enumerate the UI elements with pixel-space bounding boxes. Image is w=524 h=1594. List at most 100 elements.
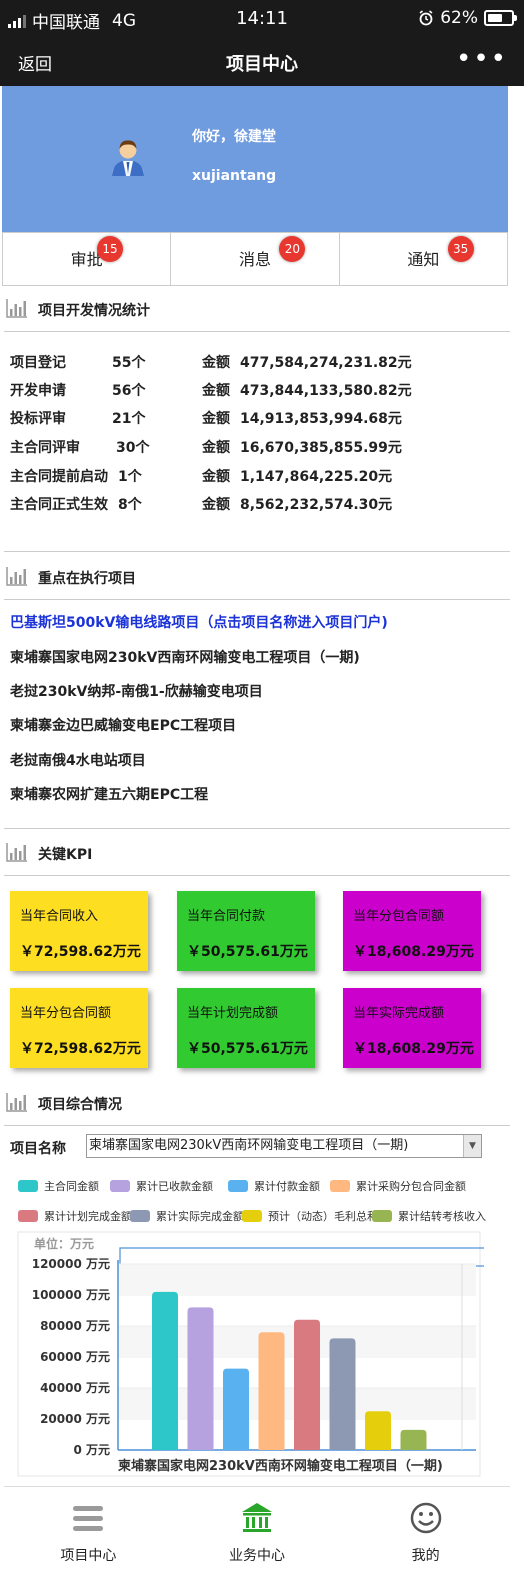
- chevron-down-icon: ▼: [463, 1135, 481, 1157]
- legend-label: 累计付款金额: [254, 1180, 320, 1193]
- stat-row: 主合同提前启动 1个 金额 1,147,864,225.20元: [10, 466, 510, 488]
- legend-item[interactable]: 累计已收款金额: [110, 1178, 213, 1194]
- project-link[interactable]: 柬埔寨国家电网230kV西南环网输变电工程项目（一期): [10, 647, 360, 667]
- chart-bar: [152, 1291, 178, 1450]
- stat-count: 8个: [118, 497, 142, 513]
- chart-title-box: [119, 1247, 484, 1267]
- stat-name: 开发申请: [10, 383, 66, 399]
- messages-count-badge: 20: [279, 236, 306, 262]
- tab-messages-label: 消息: [238, 250, 271, 269]
- tab-approval[interactable]: 审批 15: [3, 233, 172, 285]
- legend-swatch: [330, 1180, 350, 1192]
- chart-bar: [258, 1332, 285, 1450]
- kpi-value: ￥18,608.29万元: [353, 944, 474, 960]
- y-tick-label: 20000 万元: [40, 1412, 110, 1426]
- legend-item[interactable]: 主合同金额: [18, 1178, 99, 1194]
- section-title: 重点在执行项目: [38, 571, 136, 587]
- legend-label: 累计实际完成金额: [156, 1210, 244, 1223]
- stat-amount-label: 金额: [202, 497, 230, 513]
- kpi-card: 当年分包合同额 ￥18,608.29万元: [343, 891, 481, 971]
- bar-chart-icon: [6, 299, 27, 318]
- status-right: 62%: [418, 8, 517, 28]
- section-kpi: 关键KPI: [4, 832, 510, 876]
- kpi-label: 当年分包合同额: [353, 909, 445, 924]
- project-link[interactable]: 柬埔寨农网扩建五六期EPC工程: [10, 784, 208, 804]
- legend-item[interactable]: 预计（动态）毛利总和: [242, 1208, 378, 1224]
- bar-chart-icon: [6, 843, 27, 862]
- legend-swatch: [372, 1210, 392, 1222]
- kpi-card: 当年合同收入 ￥72,598.62万元: [10, 891, 148, 971]
- stat-count: 56个: [112, 383, 146, 399]
- section-overview: 项目综合情况: [4, 1082, 510, 1126]
- grid-band: [118, 1264, 476, 1295]
- legend-swatch: [18, 1180, 38, 1192]
- chart-unit-label: 单位：万元: [34, 1236, 94, 1251]
- kpi-label: 当年分包合同额: [20, 1006, 112, 1021]
- avatar: [112, 140, 144, 176]
- legend-label: 累计采购分包合同金额: [356, 1180, 466, 1193]
- stat-name: 项目登记: [10, 355, 66, 371]
- smiley-icon: [410, 1502, 441, 1534]
- legend-swatch: [130, 1210, 150, 1222]
- project-link[interactable]: 老挝南俄4水电站项目: [10, 750, 146, 770]
- section-key-projects: 重点在执行项目: [4, 556, 510, 600]
- kpi-card: 当年计划完成额 ￥50,575.61万元: [177, 988, 315, 1068]
- kpi-value: ￥50,575.61万元: [187, 1041, 308, 1057]
- legend-label: 累计计划完成金额: [44, 1210, 132, 1223]
- bottom-nav-business-center[interactable]: 业务中心: [173, 1487, 342, 1594]
- chart-bar: [187, 1307, 214, 1450]
- project-link[interactable]: 巴基斯坦500kV输电线路项目（点击项目名称进入项目门户): [10, 612, 388, 632]
- divider: [4, 551, 510, 552]
- more-menu-button[interactable]: •••: [456, 46, 508, 72]
- stat-amount: 473,844,133,580.82元: [240, 383, 412, 399]
- bar-chart-icon: [6, 567, 27, 586]
- bar-chart-icon: [6, 1093, 27, 1112]
- back-button[interactable]: 返回: [18, 50, 52, 75]
- stat-amount-label: 金额: [202, 383, 230, 399]
- legend-label: 主合同金额: [44, 1180, 99, 1193]
- bottom-nav-mine[interactable]: 我的: [341, 1487, 510, 1594]
- y-tick-label: 80000 万元: [40, 1319, 110, 1333]
- project-link[interactable]: 老挝230kV纳邦-南俄1-欣赫输变电项目: [10, 681, 263, 701]
- kpi-value: ￥72,598.62万元: [20, 1041, 141, 1057]
- stat-row: 开发申请 56个 金额 473,844,133,580.82元: [10, 380, 510, 402]
- bottom-nav-project-center[interactable]: 项目中心: [4, 1487, 173, 1594]
- legend-label: 预计（动态）毛利总和: [268, 1210, 378, 1223]
- divider: [4, 828, 510, 829]
- kpi-label: 当年实际完成额: [353, 1006, 445, 1021]
- legend-swatch: [18, 1210, 38, 1222]
- project-select[interactable]: 柬埔寨国家电网230kV西南环网输变电工程项目（一期) ▼: [86, 1134, 482, 1158]
- stat-amount-label: 金额: [202, 411, 230, 427]
- section-dev-stats: 项目开发情况统计: [4, 288, 510, 332]
- legend-item[interactable]: 累计付款金额: [228, 1178, 320, 1194]
- bank-icon: [242, 1503, 272, 1532]
- section-title: 项目综合情况: [38, 1097, 122, 1113]
- stat-amount-label: 金额: [202, 440, 230, 456]
- legend-item[interactable]: 累计采购分包合同金额: [330, 1178, 466, 1194]
- legend-item[interactable]: 累计实际完成金额: [130, 1208, 244, 1224]
- legend-label: 累计结转考核收入: [398, 1210, 486, 1223]
- notices-count-badge: 35: [447, 236, 474, 262]
- quick-tabs: 审批 15 消息 20 通知 35: [2, 232, 508, 286]
- legend-item[interactable]: 累计结转考核收入: [372, 1208, 486, 1224]
- bottom-nav-label: 业务中心: [229, 1548, 285, 1564]
- tab-notices[interactable]: 通知 35: [340, 233, 507, 285]
- stat-count: 30个: [116, 440, 150, 456]
- stat-name: 主合同提前启动: [10, 469, 108, 485]
- chart-bar: [294, 1319, 320, 1450]
- legend-swatch: [228, 1180, 248, 1192]
- tab-messages[interactable]: 消息 20: [171, 233, 340, 285]
- stat-amount: 14,913,853,994.68元: [240, 411, 402, 427]
- project-select-label: 项目名称: [10, 1141, 66, 1157]
- stat-amount: 16,670,385,855.99元: [240, 440, 402, 456]
- nav-bar: 返回 项目中心 •••: [0, 38, 524, 86]
- section-title: 项目开发情况统计: [38, 303, 150, 319]
- y-tick-label: 40000 万元: [40, 1381, 110, 1395]
- kpi-card: 当年分包合同额 ￥72,598.62万元: [10, 988, 148, 1068]
- chart-bar: [329, 1338, 356, 1450]
- project-link[interactable]: 柬埔寨金边巴威输变电EPC工程项目: [10, 715, 236, 735]
- legend-item[interactable]: 累计计划完成金额: [18, 1208, 132, 1224]
- kpi-label: 当年计划完成额: [187, 1006, 279, 1021]
- status-bar: 中国联通 4G 14:11 62%: [0, 0, 524, 38]
- x-category-label: 柬埔寨国家电网230kV西南环网输变电工程项目（一期): [118, 1458, 443, 1474]
